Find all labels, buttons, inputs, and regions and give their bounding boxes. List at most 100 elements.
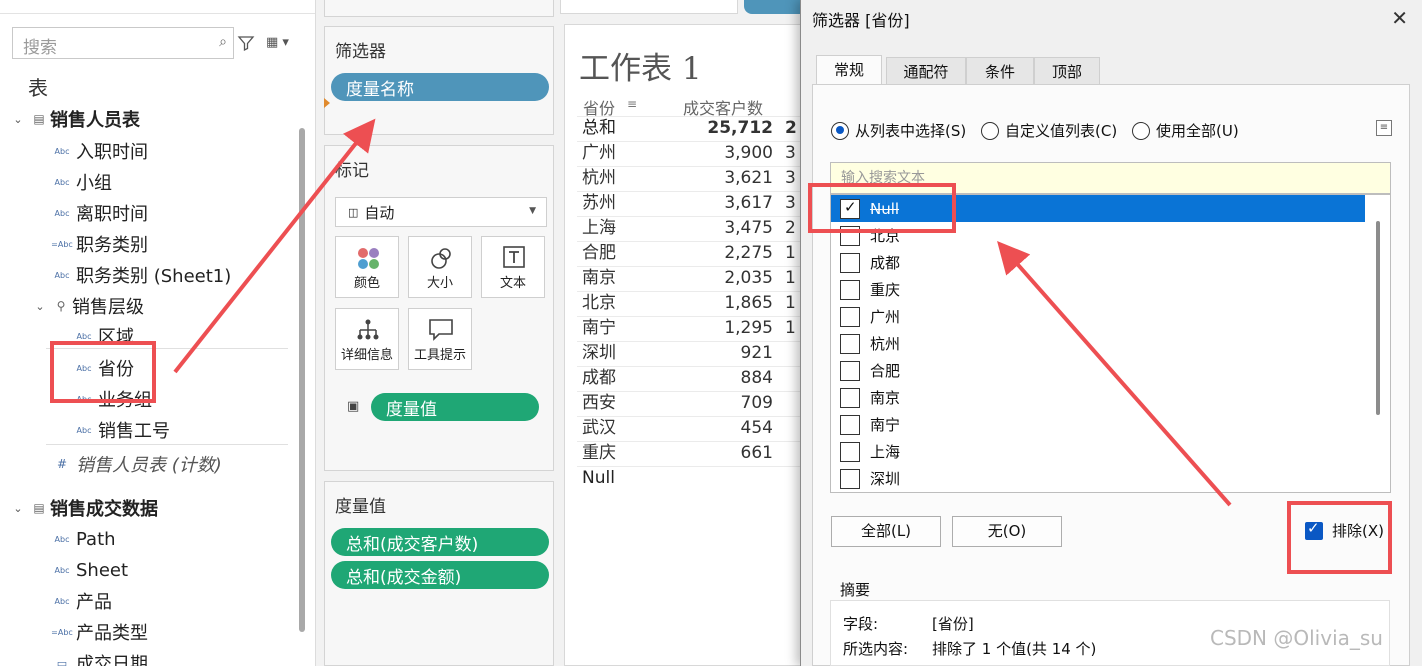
row-province-cell[interactable]: 武汉 bbox=[582, 416, 616, 441]
radio-button[interactable] bbox=[1132, 121, 1150, 140]
field-sales-id[interactable]: Abc 销售工号 bbox=[70, 416, 170, 444]
radio-button[interactable] bbox=[831, 121, 849, 140]
checkbox[interactable] bbox=[840, 441, 860, 462]
value-list-item[interactable]: 成都 bbox=[831, 249, 1365, 276]
checkbox[interactable] bbox=[840, 279, 860, 300]
row-customers-cell[interactable]: 454 bbox=[683, 416, 773, 441]
row-next-column-cell[interactable]: 1 bbox=[785, 291, 796, 316]
hierarchy-node-sales-level[interactable]: ⌄ ⚲ 销售层级 bbox=[30, 292, 144, 320]
checkbox[interactable] bbox=[840, 333, 860, 354]
filter-funnel-icon[interactable] bbox=[237, 34, 255, 52]
chevron-down-icon[interactable]: ⌄ bbox=[8, 502, 28, 515]
value-list-item[interactable]: 杭州 bbox=[831, 330, 1365, 357]
tab-condition[interactable]: 条件 bbox=[966, 57, 1034, 85]
row-province-cell[interactable]: Null bbox=[582, 466, 615, 491]
row-province-cell[interactable]: 广州 bbox=[582, 141, 616, 166]
row-province-cell[interactable]: 合肥 bbox=[582, 241, 616, 266]
row-province-cell[interactable]: 北京 bbox=[582, 291, 616, 316]
data-search-input[interactable]: 搜索 ⌕ bbox=[12, 27, 234, 59]
chevron-down-icon[interactable]: ⌄ bbox=[30, 300, 50, 313]
select-none-button[interactable]: 无(O) bbox=[952, 516, 1062, 547]
row-customers-cell[interactable]: 3,475 bbox=[683, 216, 773, 241]
marks-tooltip-button[interactable]: 工具提示 bbox=[408, 308, 472, 370]
row-customers-cell[interactable]: 709 bbox=[683, 391, 773, 416]
row-province-cell[interactable]: 成都 bbox=[582, 366, 616, 391]
tab-general[interactable]: 常规 bbox=[816, 55, 882, 85]
row-customers-cell[interactable]: 3,900 bbox=[683, 141, 773, 166]
row-next-column-cell[interactable]: 3 bbox=[785, 141, 796, 166]
filters-card[interactable]: 筛选器 度量名称 bbox=[324, 26, 554, 135]
checkbox[interactable] bbox=[840, 387, 860, 408]
value-checklist[interactable]: Null北京成都重庆广州杭州合肥南京南宁上海深圳 bbox=[830, 194, 1391, 493]
mark-type-dropdown[interactable]: ◫ 自动 ▼ bbox=[335, 197, 547, 227]
marks-pill-measure-values[interactable]: 度量值 bbox=[371, 393, 539, 421]
marks-size-button[interactable]: 大小 bbox=[408, 236, 472, 298]
marks-color-button[interactable]: 颜色 bbox=[335, 236, 399, 298]
radio-button[interactable] bbox=[981, 121, 999, 140]
marks-detail-button[interactable]: 详细信息 bbox=[335, 308, 399, 370]
value-list-item[interactable]: 南宁 bbox=[831, 411, 1365, 438]
field-hire-date[interactable]: Abc 入职时间 bbox=[48, 137, 148, 165]
data-pane-scrollbar[interactable] bbox=[299, 128, 305, 632]
checkbox[interactable] bbox=[840, 468, 860, 489]
row-next-column-cell[interactable]: 1 bbox=[785, 266, 796, 291]
row-province-cell[interactable]: 南京 bbox=[582, 266, 616, 291]
field-group[interactable]: Abc 小组 bbox=[48, 168, 112, 196]
field-path[interactable]: Abc Path bbox=[48, 525, 116, 553]
row-province-cell[interactable]: 重庆 bbox=[582, 441, 616, 466]
field-product[interactable]: Abc 产品 bbox=[48, 587, 112, 615]
value-list-item[interactable]: 广州 bbox=[831, 303, 1365, 330]
row-province-cell[interactable]: 总和 bbox=[582, 116, 616, 141]
list-scrollbar[interactable] bbox=[1376, 221, 1380, 415]
value-list-item[interactable]: 南京 bbox=[831, 384, 1365, 411]
row-customers-cell[interactable]: 3,617 bbox=[683, 191, 773, 216]
marks-text-button[interactable]: 文本 bbox=[481, 236, 545, 298]
checkbox[interactable] bbox=[840, 360, 860, 381]
row-customers-cell[interactable]: 2,275 bbox=[683, 241, 773, 266]
checkbox[interactable] bbox=[840, 306, 860, 327]
field-job-category[interactable]: =Abc 职务类别 bbox=[48, 230, 148, 258]
list-menu-icon[interactable]: ≡ bbox=[1376, 120, 1392, 136]
measure-pill-sum-amount[interactable]: 总和(成交金额) bbox=[331, 561, 549, 589]
field-leave-date[interactable]: Abc 离职时间 bbox=[48, 199, 148, 227]
value-list-item[interactable]: 合肥 bbox=[831, 357, 1365, 384]
row-next-column-cell[interactable]: 1 bbox=[785, 316, 796, 341]
row-next-column-cell[interactable]: 2 bbox=[785, 216, 796, 241]
field-sheet[interactable]: Abc Sheet bbox=[48, 556, 129, 584]
field-staff-count[interactable]: # 销售人员表 (计数) bbox=[48, 450, 222, 478]
checkbox[interactable] bbox=[840, 252, 860, 273]
table-node-sales-deals[interactable]: ⌄ ▤ 销售成交数据 bbox=[8, 494, 158, 522]
row-province-cell[interactable]: 苏州 bbox=[582, 191, 616, 216]
row-next-column-cell[interactable]: 3 bbox=[785, 191, 796, 216]
tab-top[interactable]: 顶部 bbox=[1034, 57, 1100, 85]
row-province-cell[interactable]: 南宁 bbox=[582, 316, 616, 341]
checkbox[interactable] bbox=[840, 414, 860, 435]
measure-pill-sum-customers[interactable]: 总和(成交客户数) bbox=[331, 528, 549, 556]
chevron-down-icon[interactable]: ⌄ bbox=[8, 113, 28, 126]
filter-pill-measure-names[interactable]: 度量名称 bbox=[331, 73, 549, 101]
row-customers-cell[interactable]: 921 bbox=[683, 341, 773, 366]
row-customers-cell[interactable]: 1,295 bbox=[683, 316, 773, 341]
field-job-category-sheet1[interactable]: Abc 职务类别 (Sheet1) bbox=[48, 261, 232, 289]
row-next-column-cell[interactable]: 2 bbox=[785, 116, 797, 141]
sort-icon[interactable]: ≡ bbox=[627, 97, 637, 111]
row-customers-cell[interactable]: 1,865 bbox=[683, 291, 773, 316]
select-all-button[interactable]: 全部(L) bbox=[831, 516, 941, 547]
radio-use-all[interactable]: 使用全部(U) bbox=[1132, 120, 1239, 141]
worksheet-view[interactable]: 工作表 1 省份 ≡ 成交客户数 总和 25,712 2 广州 3,900 3 杭州 3,62… bbox=[564, 24, 805, 666]
row-next-column-cell[interactable]: 3 bbox=[785, 166, 796, 191]
tab-wildcard[interactable]: 通配符 bbox=[886, 57, 966, 85]
row-customers-cell[interactable]: 884 bbox=[683, 366, 773, 391]
field-deal-date[interactable]: ▭ 成交日期 bbox=[48, 649, 148, 666]
row-province-cell[interactable]: 上海 bbox=[582, 216, 616, 241]
row-customers-cell[interactable]: 3,621 bbox=[683, 166, 773, 191]
row-next-column-cell[interactable]: 1 bbox=[785, 241, 796, 266]
row-customers-cell[interactable] bbox=[683, 466, 773, 491]
value-list-item[interactable]: 深圳 bbox=[831, 465, 1365, 492]
field-product-type[interactable]: =Abc 产品类型 bbox=[48, 618, 148, 646]
row-province-cell[interactable]: 深圳 bbox=[582, 341, 616, 366]
row-customers-cell[interactable]: 661 bbox=[683, 441, 773, 466]
row-province-cell[interactable]: 西安 bbox=[582, 391, 616, 416]
close-icon[interactable]: ✕ bbox=[1391, 6, 1408, 30]
radio-select-from-list[interactable]: 从列表中选择(S) bbox=[831, 120, 966, 141]
